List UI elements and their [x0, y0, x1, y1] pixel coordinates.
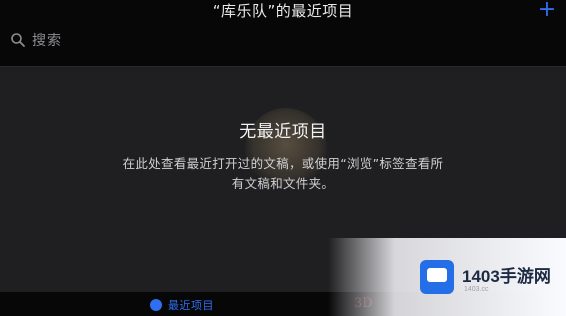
- top-bar: “库乐队”的最近项目 + 搜索: [0, 0, 566, 66]
- recent-projects-screen: “库乐队”的最近项目 + 搜索 无最近项目 在此处查看最近打开过的文稿，或使用“…: [0, 0, 566, 316]
- add-button[interactable]: +: [536, 0, 558, 22]
- search-bar[interactable]: 搜索: [10, 29, 310, 51]
- content-divider: [0, 66, 566, 67]
- search-icon: [11, 33, 25, 47]
- clock-icon: [150, 299, 162, 311]
- empty-state-description: 在此处查看最近打开过的文稿，或使用“浏览”标签查看所有文稿和文件夹。: [122, 156, 444, 191]
- empty-state-title: 无最近项目: [239, 122, 327, 142]
- tab-recent-label: 最近项目: [168, 299, 214, 312]
- brand-name: 1403手游网: [462, 267, 551, 286]
- brand-logo-icon: [420, 260, 454, 294]
- bottom-tab-bar: 最近项目 3D: [0, 292, 566, 316]
- plus-icon: +: [537, 0, 557, 22]
- watermark-mark: 3D: [354, 296, 373, 311]
- empty-state: 无最近项目 在此处查看最近打开过的文稿，或使用“浏览”标签查看所有文稿和文件夹。: [0, 120, 566, 194]
- tab-recent[interactable]: 最近项目: [150, 297, 214, 313]
- search-input[interactable]: 搜索: [32, 30, 62, 50]
- page-title: “库乐队”的最近项目: [212, 2, 354, 20]
